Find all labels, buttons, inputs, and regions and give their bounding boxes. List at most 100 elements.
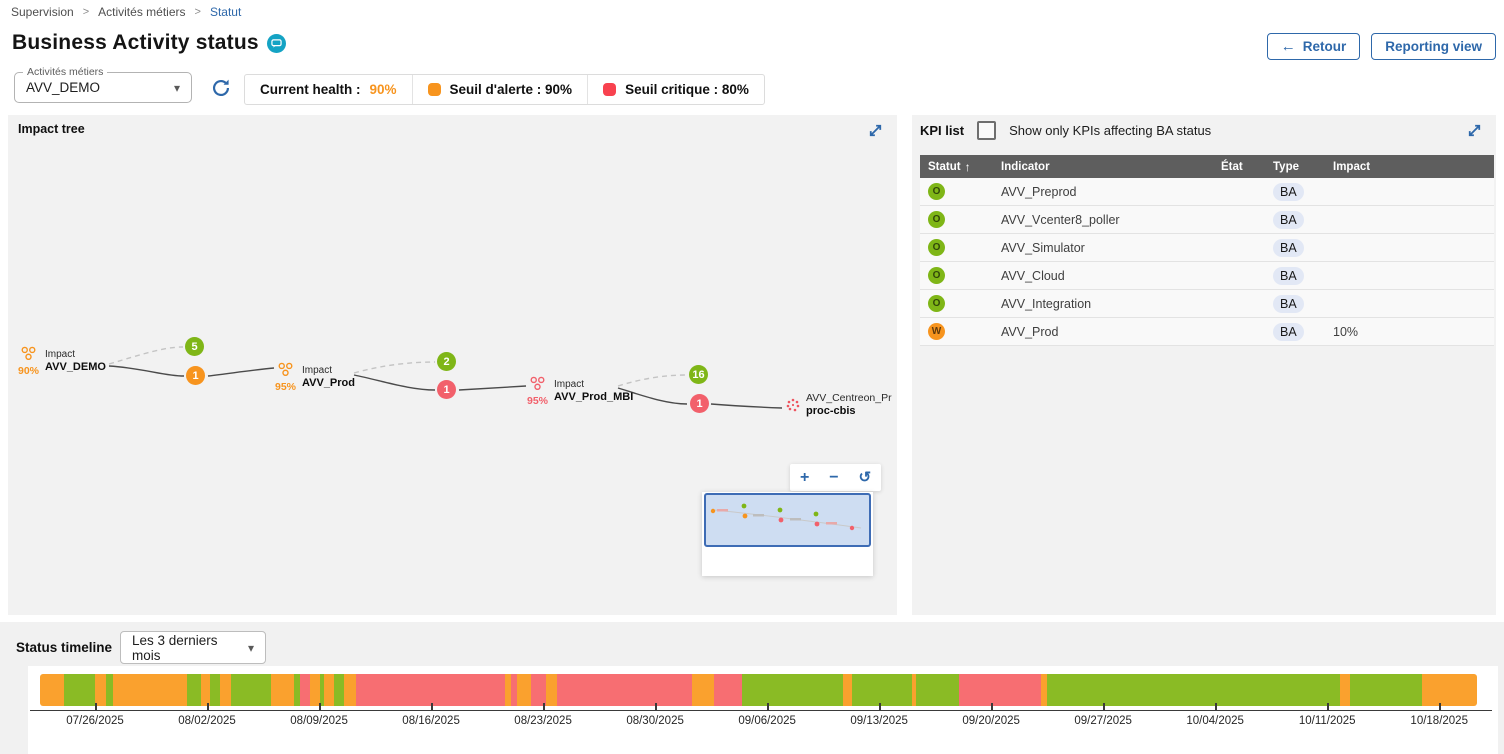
statut-cell: O (920, 211, 993, 228)
node-health: 90% (18, 366, 39, 377)
tree-zoom-controls: + − ↺ (790, 464, 881, 491)
business-activity-select[interactable]: Activités métiers AVV_DEMO ▾ (14, 72, 192, 103)
axis-tick (991, 703, 993, 711)
timeline-segment-warning (220, 674, 231, 706)
type-badge: BA (1273, 295, 1304, 313)
statut-cell: O (920, 239, 993, 256)
critical-threshold-label: Seuil critique : 80% (625, 82, 749, 97)
axis-tick (655, 703, 657, 711)
timeline-period-select[interactable]: Les 3 derniers mois ▾ (120, 631, 266, 664)
current-health-label: Current health : (260, 82, 361, 97)
tree-node-avv-prod[interactable]: 95% Impact AVV_Prod (275, 362, 355, 393)
kpi-count-badge[interactable]: 5 (185, 337, 204, 356)
axis-tick (319, 703, 321, 711)
select-value: AVV_DEMO (26, 80, 100, 95)
axis-tick-label: 09/06/2025 (738, 715, 796, 727)
axis-tick-label: 09/13/2025 (850, 715, 908, 727)
table-row[interactable]: OAVV_Vcenter8_pollerBA (920, 206, 1494, 234)
service-dots-icon (786, 398, 800, 412)
reporting-view-button[interactable]: Reporting view (1371, 33, 1496, 60)
timeline-segment-warning (271, 674, 294, 706)
breadcrumb: Supervision > Activités métiers > Statut (11, 5, 241, 19)
expand-kpi-list-button[interactable] (1464, 121, 1484, 141)
tree-node-avv-prod-mbi[interactable]: 95% Impact AVV_Prod_MBI (527, 376, 633, 407)
node-kicker: Impact (302, 365, 355, 377)
status-timeline-title: Status timeline (16, 640, 112, 655)
axis-tick (1103, 703, 1105, 711)
column-header-impact[interactable]: Impact (1325, 161, 1494, 173)
kpi-count-badge[interactable]: 1 (186, 366, 205, 385)
tree-minimap[interactable] (702, 492, 873, 576)
kpi-count-badge[interactable]: 1 (690, 394, 709, 413)
column-header-etat[interactable]: État (1213, 161, 1265, 173)
indicator-cell: AVV_Preprod (993, 185, 1213, 199)
node-health: 95% (527, 396, 548, 407)
current-health: Current health : 90% (245, 75, 412, 104)
type-cell: BA (1265, 211, 1325, 229)
type-badge: BA (1273, 183, 1304, 201)
page-title: Business Activity status (12, 31, 259, 55)
show-only-kpis-checkbox[interactable] (977, 121, 996, 140)
show-only-kpis-label[interactable]: Show only KPIs affecting BA status (1009, 123, 1211, 138)
timeline-segment-critical (714, 674, 743, 706)
axis-tick (1327, 703, 1329, 711)
timeline-segment-warning (95, 674, 106, 706)
kpi-count-badge[interactable]: 16 (689, 365, 708, 384)
axis-tick (207, 703, 209, 711)
zoom-out-button[interactable]: − (829, 470, 838, 486)
status-chip: O (928, 211, 945, 228)
column-header-indicator[interactable]: Indicator (993, 161, 1213, 173)
kpi-list-panel: KPI list Show only KPIs affecting BA sta… (912, 115, 1496, 615)
refresh-button[interactable] (209, 77, 233, 101)
axis-tick (1439, 703, 1441, 711)
timeline-segment-critical (300, 674, 310, 706)
table-row[interactable]: O AVV_Cloud BA (920, 262, 1494, 290)
comment-bubble-icon[interactable] (267, 34, 286, 53)
timeline-segment-critical (959, 674, 1041, 706)
table-row[interactable]: O AVV_Simulator BA (920, 234, 1494, 262)
breadcrumb-activites-metiers[interactable]: Activités métiers (98, 5, 185, 19)
node-name: AVV_Prod (302, 377, 355, 390)
indicator-cell: AVV_Simulator (993, 241, 1213, 255)
table-row[interactable]: OAVV_IntegrationBA (920, 290, 1494, 318)
table-row[interactable]: WAVV_ProdBA10% (920, 318, 1494, 346)
table-row[interactable]: OAVV_Preprod BA (920, 178, 1494, 206)
zoom-in-button[interactable]: + (800, 470, 809, 486)
kpi-count-badge[interactable]: 2 (437, 352, 456, 371)
type-badge: BA (1273, 267, 1304, 285)
column-header-statut[interactable]: Statut ↑ (920, 160, 993, 174)
breadcrumb-supervision[interactable]: Supervision (11, 5, 74, 19)
timeline-bar[interactable] (40, 674, 1477, 706)
tree-node-avv-demo[interactable]: 90% Impact AVV_DEMO (18, 346, 106, 377)
kpi-list-title: KPI list (920, 123, 964, 138)
status-chip: O (928, 295, 945, 312)
breadcrumb-separator: > (195, 6, 201, 18)
axis-tick (767, 703, 769, 711)
zoom-reset-button[interactable]: ↺ (858, 470, 871, 485)
kpi-count-badge[interactable]: 1 (437, 380, 456, 399)
type-cell: BA (1265, 239, 1325, 257)
warning-threshold-label: Seuil d'alerte : 90% (450, 82, 573, 97)
axis-tick (879, 703, 881, 711)
axis-tick-label: 10/11/2025 (1299, 715, 1356, 727)
axis-tick-label: 09/27/2025 (1074, 715, 1132, 727)
axis-tick (543, 703, 545, 711)
current-health-value: 90% (370, 82, 397, 97)
column-header-type[interactable]: Type (1265, 161, 1325, 173)
warning-threshold: Seuil d'alerte : 90% (412, 75, 588, 104)
tree-node-service-proc-cbis[interactable]: AVV_Centreon_Pr proc-cbis (786, 392, 892, 418)
indicator-cell: AVV_Cloud (993, 269, 1213, 283)
minimap-viewport[interactable] (704, 493, 871, 547)
status-chip: O (928, 239, 945, 256)
axis-tick-label: 08/30/2025 (626, 715, 684, 727)
impact-tree-panel: Impact tree 90% Impact (8, 115, 897, 615)
node-name: AVV_Centreon_Pr (806, 392, 892, 405)
status-chip: O (928, 267, 945, 284)
breadcrumb-statut[interactable]: Statut (210, 5, 241, 19)
back-button[interactable]: ← Retour (1267, 33, 1361, 60)
statut-cell: O (920, 183, 993, 200)
axis-tick-label: 08/16/2025 (402, 715, 460, 727)
node-kicker: Impact (554, 379, 633, 391)
node-subname: proc-cbis (806, 405, 892, 418)
type-cell: BA (1265, 323, 1325, 341)
